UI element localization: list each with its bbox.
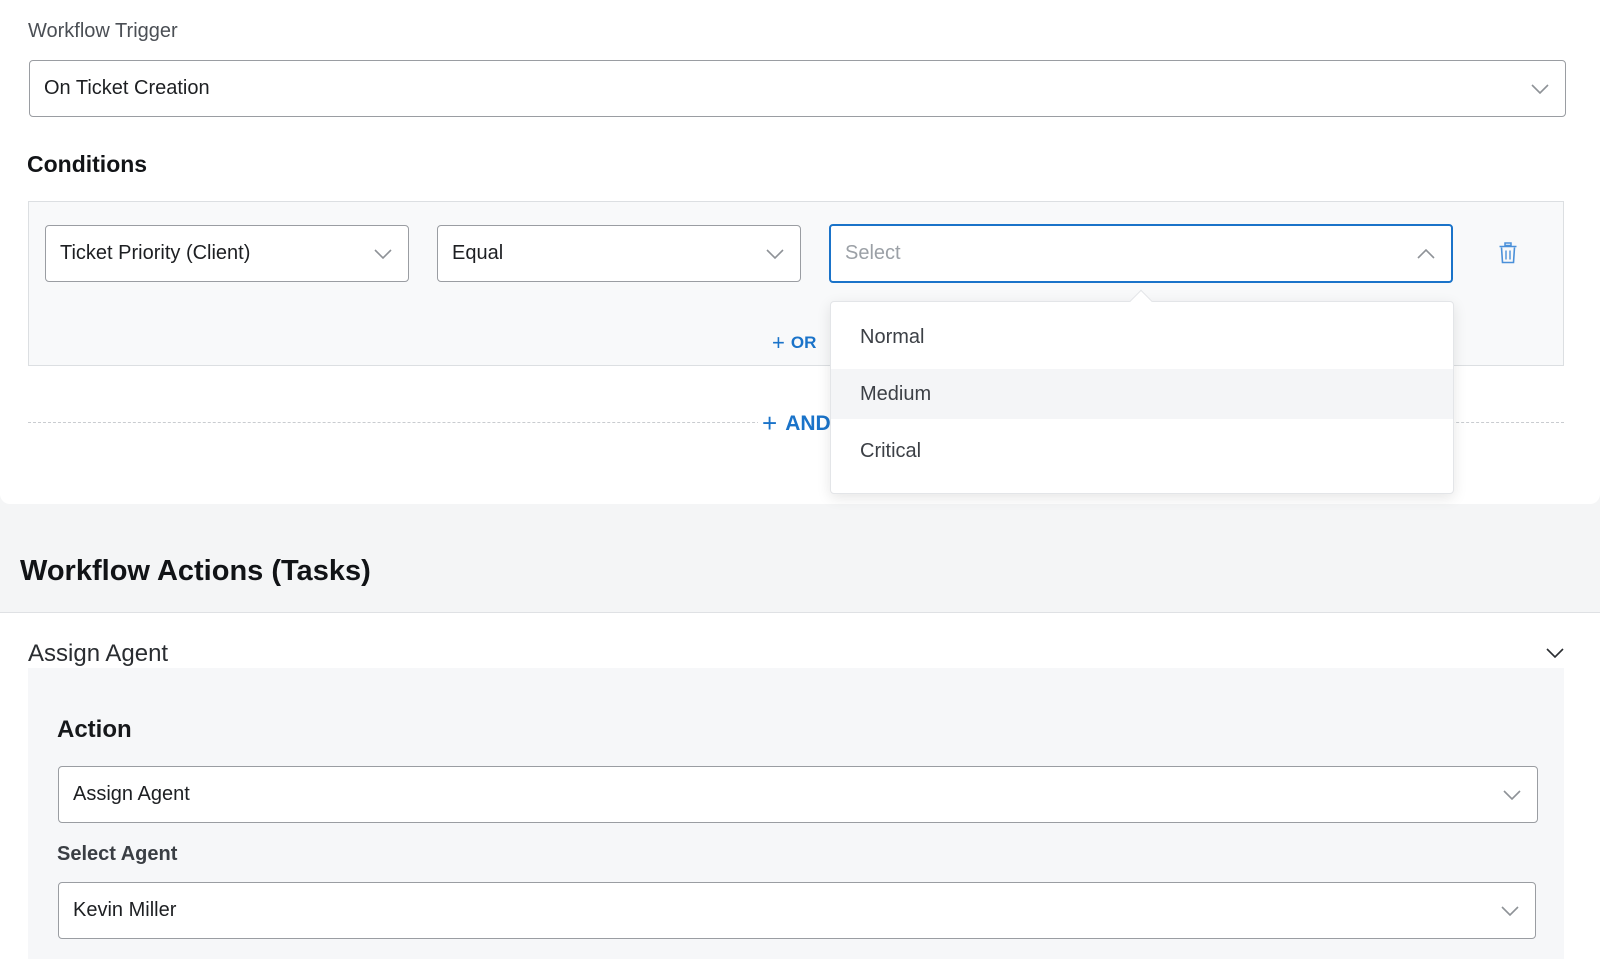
condition-field-value: Ticket Priority (Client): [60, 242, 251, 264]
chevron-down-icon: [1501, 905, 1519, 916]
dropdown-option-normal[interactable]: Normal: [831, 312, 1453, 362]
chevron-down-icon[interactable]: [1546, 648, 1564, 658]
condition-value-select[interactable]: Select: [829, 224, 1453, 283]
plus-icon: +: [772, 330, 785, 355]
action-title: Action: [57, 716, 132, 743]
workflow-trigger-select[interactable]: On Ticket Creation: [29, 60, 1566, 117]
agent-value: Kevin Miller: [73, 899, 177, 921]
add-or-condition-button[interactable]: + OR: [772, 330, 816, 356]
condition-value-placeholder: Select: [845, 242, 901, 264]
chevron-up-icon: [1417, 248, 1435, 259]
task-title[interactable]: Assign Agent: [28, 640, 168, 668]
condition-operator-value: Equal: [452, 242, 504, 264]
plus-icon: +: [762, 408, 778, 438]
workflow-trigger-value: On Ticket Creation: [44, 77, 210, 99]
workflow-actions-title: Workflow Actions (Tasks): [20, 555, 371, 587]
agent-select[interactable]: Kevin Miller: [58, 882, 1536, 939]
conditions-title: Conditions: [27, 151, 148, 177]
dropdown-option-critical[interactable]: Critical: [831, 426, 1453, 476]
chevron-down-icon: [766, 248, 784, 259]
workflow-trigger-label: Workflow Trigger: [28, 20, 178, 42]
dropdown-option-medium[interactable]: Medium: [831, 369, 1453, 419]
chevron-down-icon: [374, 248, 392, 259]
delete-condition-icon[interactable]: [1498, 242, 1518, 264]
action-type-value: Assign Agent: [73, 783, 190, 805]
priority-dropdown-menu: Normal Medium Critical: [830, 289, 1454, 494]
select-agent-label: Select Agent: [57, 843, 178, 865]
and-label: AND: [785, 411, 831, 435]
or-label: OR: [790, 333, 817, 352]
condition-operator-select[interactable]: Equal: [437, 225, 801, 282]
action-type-select[interactable]: Assign Agent: [58, 766, 1538, 823]
chevron-down-icon: [1531, 83, 1549, 94]
chevron-down-icon: [1503, 789, 1521, 800]
add-and-condition-button[interactable]: + AND: [758, 408, 835, 439]
condition-field-select[interactable]: Ticket Priority (Client): [45, 225, 409, 282]
